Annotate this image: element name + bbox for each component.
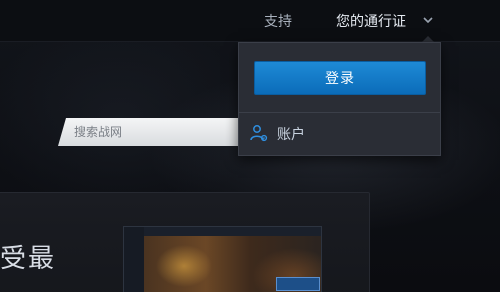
account-gear-icon [250, 125, 268, 142]
dropdown-divider [239, 112, 440, 113]
login-button[interactable]: 登录 [254, 61, 426, 95]
account-menu-item[interactable]: 账户 [249, 123, 305, 145]
app-screenshot-sidebar [124, 227, 144, 292]
nav-passport-menu[interactable]: 您的通行证 [336, 11, 406, 31]
passport-dropdown: 登录 账户 [238, 42, 441, 156]
nav-support-link[interactable]: 支持 [264, 11, 292, 31]
app-screenshot-ticket-badge [276, 277, 320, 291]
chevron-down-icon[interactable] [421, 13, 435, 27]
hero-headline: 受最 [0, 244, 57, 274]
app-screenshot [123, 226, 322, 292]
app-screenshot-topbar [144, 227, 321, 236]
account-label: 账户 [277, 127, 305, 143]
search-input[interactable] [58, 118, 258, 146]
